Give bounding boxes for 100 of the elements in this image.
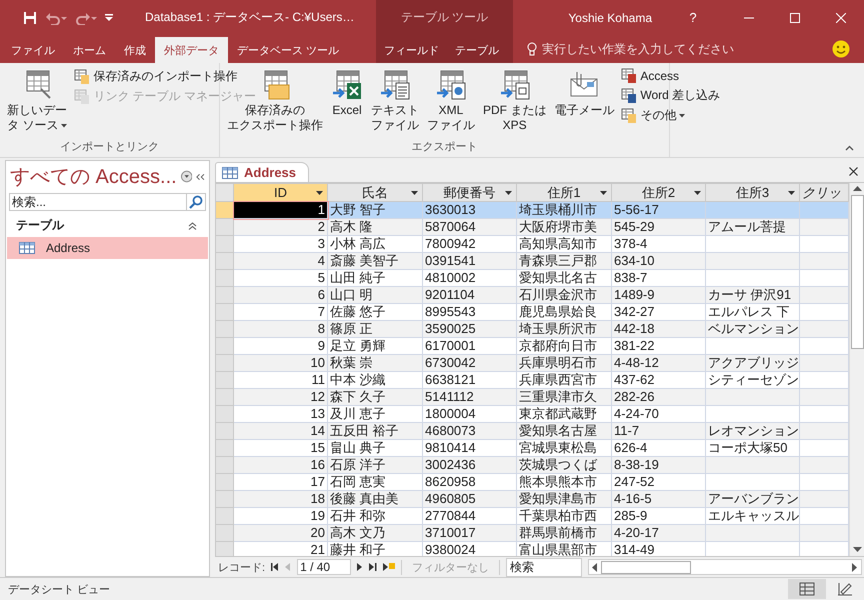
ribbon-tab[interactable]: テーブル: [447, 37, 507, 63]
table-row[interactable]: 20 高木 文乃 3710017 群馬県前橋市 4-20-17: [216, 524, 848, 542]
row-selector[interactable]: [216, 218, 234, 236]
ribbon-tab[interactable]: 作成: [115, 37, 155, 63]
table-row[interactable]: 10 秋葉 崇 6730042 兵庫県明石市 4-48-12 アクアブリッジ: [216, 354, 848, 372]
undo-icon[interactable]: [45, 10, 67, 24]
next-record-icon[interactable]: [357, 563, 364, 571]
collapse-ribbon-icon[interactable]: [845, 145, 854, 151]
column-header[interactable]: ID: [234, 184, 328, 202]
row-selector[interactable]: [216, 508, 234, 524]
table-row[interactable]: 1 大野 智子 3630013 埼玉県桶川市 5-56-17: [216, 202, 848, 218]
table-row[interactable]: 16 石原 洋子 3002436 茨城県つくば 8-38-19: [216, 456, 848, 474]
redo-icon[interactable]: [75, 10, 97, 24]
search-icon[interactable]: [186, 193, 206, 211]
ribbon-button[interactable]: 新しいデー タ ソース: [4, 67, 70, 139]
customize-caret-icon[interactable]: [105, 14, 113, 22]
table-cell: 4-20-17: [612, 524, 706, 542]
tell-me-field[interactable]: 実行したい作業を入力してください: [513, 35, 832, 63]
column-header[interactable]: 氏名: [328, 184, 422, 202]
first-record-icon[interactable]: [271, 563, 280, 571]
ribbon-tab[interactable]: 外部データ: [155, 37, 228, 63]
row-selector[interactable]: [216, 286, 234, 304]
record-position-field[interactable]: 1 / 40: [297, 559, 352, 575]
row-selector[interactable]: [216, 406, 234, 422]
column-header[interactable]: 郵便番号: [422, 184, 516, 202]
row-selector[interactable]: [216, 236, 234, 252]
row-selector[interactable]: [216, 202, 234, 218]
ribbon-tab[interactable]: フィールド: [376, 37, 447, 63]
new-record-icon[interactable]: [383, 563, 396, 571]
ribbon-tab[interactable]: ファイル: [2, 37, 64, 63]
column-header[interactable]: クリッ: [800, 184, 848, 202]
ribbon-button[interactable]: 電子メール: [551, 67, 618, 139]
table-cell: 石原 洋子: [328, 456, 422, 474]
ribbon-tab[interactable]: ホーム: [64, 37, 115, 63]
table-cell: 4680073: [422, 422, 516, 440]
vertical-scrollbar[interactable]: [849, 183, 864, 556]
row-selector[interactable]: [216, 474, 234, 490]
row-selector[interactable]: [216, 456, 234, 474]
table-row[interactable]: 4 斎藤 美智子 0391541 青森県三戸郡 634-10: [216, 252, 848, 270]
spreadsheet-icon: [331, 69, 363, 101]
collapse-pane-icon[interactable]: [196, 172, 205, 180]
table-cell: 9201104: [422, 286, 516, 304]
table-cell: [800, 252, 848, 270]
pane-title[interactable]: すべての Access...: [10, 163, 177, 190]
row-selector[interactable]: [216, 372, 234, 388]
help-button[interactable]: ?: [678, 9, 708, 26]
search-field[interactable]: 検索...: [9, 193, 186, 211]
navigation-item[interactable]: Address: [7, 237, 208, 259]
table-cell: 8-38-19: [612, 456, 706, 474]
scroll-right-icon[interactable]: [852, 562, 858, 572]
table-row[interactable]: 18 後藤 真由美 4960805 愛知県津島市 4-16-5 アーバンブラン: [216, 490, 848, 508]
table-row[interactable]: 6 山口 明 9201104 石川県金沢市 1489-9 カーサ 伊沢91: [216, 286, 848, 304]
last-record-icon[interactable]: [369, 563, 378, 571]
document-tab[interactable]: Address: [215, 162, 310, 182]
close-icon[interactable]: [849, 167, 858, 176]
status-text: データシート ビュー: [8, 582, 110, 596]
smiley-icon[interactable]: [832, 40, 850, 58]
ribbon-button[interactable]: PDF または XPS: [480, 67, 550, 139]
row-selector[interactable]: [216, 354, 234, 372]
row-selector[interactable]: [216, 338, 234, 354]
scroll-down-icon[interactable]: [852, 547, 862, 553]
table-cell: 634-10: [612, 252, 706, 270]
ribbon-button[interactable]: Word 差し込み: [619, 86, 722, 105]
maximize-icon[interactable]: [790, 12, 800, 22]
row-selector[interactable]: [216, 388, 234, 406]
column-header[interactable]: 住所3: [706, 184, 800, 202]
ribbon-tab[interactable]: データベース ツール: [228, 37, 348, 63]
row-selector[interactable]: [216, 422, 234, 440]
dropdown-icon[interactable]: [180, 170, 192, 183]
horizontal-scrollbar[interactable]: [588, 559, 862, 575]
ribbon-button[interactable]: 保存済みのインポート操作: [72, 67, 258, 86]
group-header[interactable]: テーブル: [16, 217, 64, 234]
table-row[interactable]: 8 篠原 正 3590025 埼玉県所沢市 442-18 ベルマンション: [216, 320, 848, 338]
ribbon-button[interactable]: その他: [619, 106, 722, 125]
row-selector[interactable]: [216, 524, 234, 542]
scroll-left-icon[interactable]: [592, 562, 598, 572]
table-row[interactable]: 2 高木 隆 5870064 大阪府堺市美 545-29 アムール菩提: [216, 218, 848, 236]
row-selector[interactable]: [216, 490, 234, 508]
row-selector[interactable]: [216, 320, 234, 338]
search-field[interactable]: 検索: [506, 558, 582, 576]
table-row[interactable]: 14 五反田 裕子 4680073 愛知県名古屋 11-7 レオマンション: [216, 422, 848, 440]
row-selector[interactable]: [216, 440, 234, 456]
user-name[interactable]: Yoshie Kohama: [568, 10, 652, 24]
scroll-up-icon[interactable]: [852, 186, 862, 192]
datasheet-view-icon[interactable]: [788, 579, 826, 599]
select-all-corner[interactable]: [216, 184, 234, 202]
column-header[interactable]: 住所1: [516, 184, 612, 202]
ribbon-button[interactable]: XML ファイル: [424, 67, 478, 139]
column-header[interactable]: 住所2: [612, 184, 706, 202]
table-cell: 篠原 正: [328, 320, 422, 338]
previous-record-icon[interactable]: [285, 563, 292, 571]
ribbon-button[interactable]: Access: [619, 67, 722, 85]
row-selector[interactable]: [216, 252, 234, 270]
row-selector[interactable]: [216, 270, 234, 286]
row-selector[interactable]: [216, 304, 234, 320]
window-title: Database1 : データベース- C:¥Users…: [145, 9, 356, 26]
ribbon-button[interactable]: テキスト ファイル: [368, 67, 422, 139]
ribbon-button[interactable]: Excel: [328, 67, 366, 139]
table-row[interactable]: 12 森下 久子 5141112 三重県津市久 282-26: [216, 388, 848, 406]
collapse-group-icon[interactable]: [188, 222, 197, 230]
